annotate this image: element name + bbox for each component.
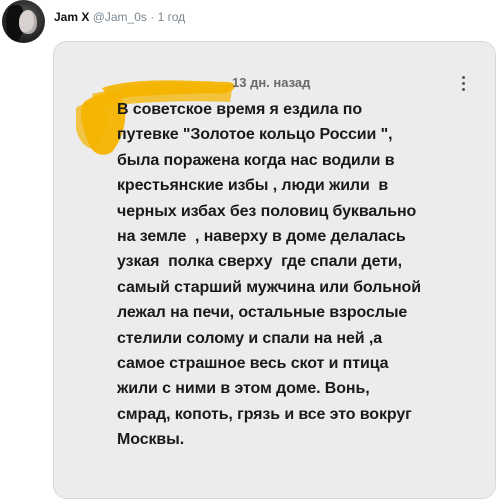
avatar-face (19, 10, 37, 34)
more-vertical-icon (458, 76, 468, 98)
author-handle[interactable]: @Jam_0s (93, 10, 147, 24)
comment-time: 13 дн. назад (232, 75, 311, 90)
comment-line: В советское время я ездила по (117, 101, 363, 118)
comment-screenshot: 13 дн. назад В советское время я ездила … (54, 42, 495, 498)
comment-line: стелили солому и спали на ней ,а (117, 329, 383, 347)
comment-line: узкая полка сверху где спали дети, (117, 253, 403, 271)
header-separator: · (150, 10, 155, 24)
comment-line: жили с ними в этом доме. Вонь, (117, 380, 370, 398)
comment-line: на земле , наверху в доме делалась (117, 227, 406, 245)
comment-line: путевке "Золотое кольцо России ", (117, 126, 393, 144)
comment-line: лежал на печи, остальные взрослые (117, 304, 408, 322)
tweet-timestamp[interactable]: 1 год (158, 10, 186, 24)
tweet-header: Jam X @Jam_0s · 1 год (54, 10, 185, 24)
comment-line: самое страшное весь скот и птица (117, 354, 389, 372)
attached-image[interactable]: 13 дн. назад В советское время я ездила … (53, 41, 496, 499)
comment-line: самый старший мужчина или больной (117, 278, 421, 296)
comment-line: крестьянские избы , люди жили в (117, 177, 389, 195)
comment-line: была поражена когда нас водили в (117, 151, 395, 169)
author-name[interactable]: Jam X (54, 10, 89, 24)
avatar[interactable] (2, 0, 45, 43)
tweet: Jam X @Jam_0s · 1 год 13 дн. назад В сов… (0, 0, 496, 503)
comment-line: черных избах без половиц буквально (117, 202, 417, 220)
comment-line: Москвы. (117, 431, 185, 449)
comment-body: В советское время я ездила по путевке "З… (117, 97, 477, 452)
comment-line: смрад, копоть, грязь и все это вокруг (117, 405, 412, 423)
